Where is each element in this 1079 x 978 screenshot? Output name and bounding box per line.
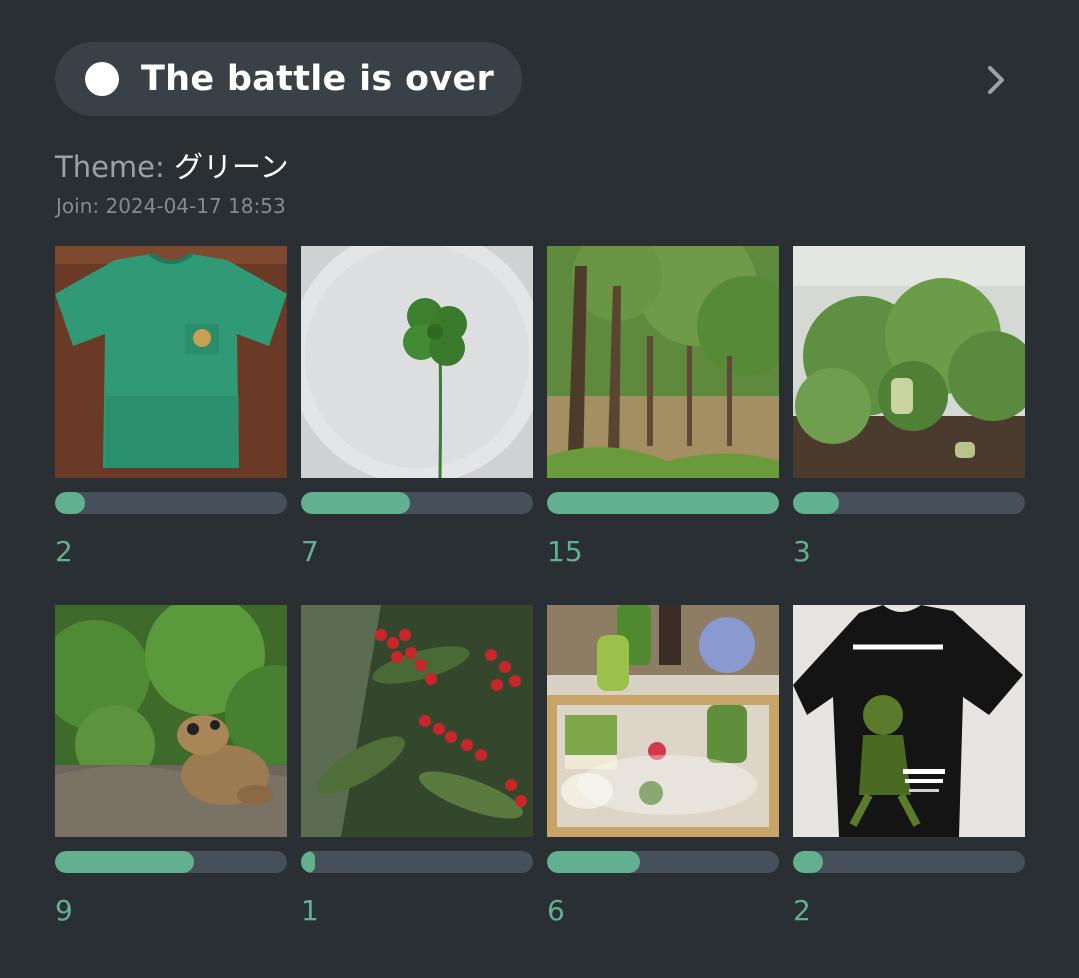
entry-photo-forest-trees[interactable] bbox=[547, 246, 779, 478]
entry-card[interactable]: 9 bbox=[55, 605, 287, 927]
vote-progress-fill bbox=[547, 851, 640, 873]
vote-progress-bar bbox=[55, 492, 287, 514]
entry-card[interactable]: 6 bbox=[547, 605, 779, 927]
vote-progress-fill bbox=[301, 851, 315, 873]
vote-count: 2 bbox=[793, 894, 811, 927]
entry-photo-black-t-shirt[interactable] bbox=[793, 605, 1025, 837]
join-date: Join: 2024-04-17 18:53 bbox=[56, 194, 286, 218]
vote-progress-fill bbox=[301, 492, 411, 514]
entry-card[interactable]: 7 bbox=[301, 246, 533, 568]
vote-count: 7 bbox=[301, 535, 319, 568]
vote-count: 6 bbox=[547, 894, 565, 927]
entry-card[interactable]: 2 bbox=[55, 246, 287, 568]
entry-photo-four-leaf-clover[interactable] bbox=[301, 246, 533, 478]
entry-card[interactable]: 1 bbox=[301, 605, 533, 927]
theme-value: グリーン bbox=[174, 150, 289, 184]
vote-count: 3 bbox=[793, 535, 811, 568]
vote-progress-bar bbox=[301, 851, 533, 873]
theme-line: Theme: グリーン bbox=[55, 144, 289, 186]
battle-status-title: The battle is over bbox=[141, 59, 495, 99]
vote-progress-fill bbox=[55, 492, 86, 514]
entry-card[interactable]: 3 bbox=[793, 246, 1025, 568]
vote-progress-bar bbox=[793, 851, 1025, 873]
vote-progress-fill bbox=[55, 851, 195, 873]
entry-photo-green-t-shirt[interactable] bbox=[55, 246, 287, 478]
entry-photo-frog-figurine[interactable] bbox=[55, 605, 287, 837]
vote-count: 9 bbox=[55, 894, 73, 927]
vote-count: 1 bbox=[301, 894, 319, 927]
vote-progress-fill bbox=[793, 851, 824, 873]
vote-progress-bar bbox=[793, 492, 1025, 514]
vote-progress-fill bbox=[547, 492, 779, 514]
chevron-right-icon[interactable] bbox=[978, 60, 1014, 100]
entry-photo-red-berries[interactable] bbox=[301, 605, 533, 837]
entry-photo-daikon-plants[interactable] bbox=[793, 246, 1025, 478]
vote-progress-bar bbox=[301, 492, 533, 514]
entry-card[interactable]: 2 bbox=[793, 605, 1025, 927]
vote-count: 2 bbox=[55, 535, 73, 568]
battle-status-pill[interactable]: The battle is over bbox=[55, 42, 523, 116]
status-dot-icon bbox=[85, 62, 119, 96]
vote-count: 15 bbox=[547, 535, 583, 568]
vote-progress-bar bbox=[547, 851, 779, 873]
entry-card[interactable]: 15 bbox=[547, 246, 779, 568]
vote-progress-fill bbox=[793, 492, 840, 514]
vote-progress-bar bbox=[547, 492, 779, 514]
theme-label: Theme: bbox=[55, 150, 175, 184]
vote-progress-bar bbox=[55, 851, 287, 873]
entry-photo-matcha-dessert[interactable] bbox=[547, 605, 779, 837]
